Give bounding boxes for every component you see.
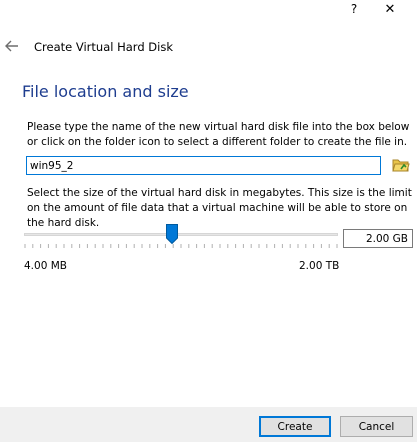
cancel-button[interactable]: Cancel bbox=[340, 416, 413, 437]
folder-icon-glyph bbox=[392, 159, 410, 172]
size-slider[interactable] bbox=[24, 224, 338, 254]
size-value-input[interactable] bbox=[343, 229, 413, 248]
back-arrow-icon[interactable] bbox=[4, 39, 20, 53]
create-button[interactable]: Create bbox=[259, 416, 331, 437]
wizard-title: Create Virtual Hard Disk bbox=[34, 40, 173, 54]
min-size-label: 4.00 MB bbox=[24, 260, 67, 272]
max-size-label: 2.00 TB bbox=[299, 260, 340, 272]
slider-ticks bbox=[24, 244, 338, 248]
slider-handle[interactable] bbox=[165, 224, 178, 244]
filename-input[interactable] bbox=[26, 156, 381, 175]
back-arrow-icon-glyph bbox=[5, 40, 18, 52]
section-heading: File location and size bbox=[22, 82, 189, 101]
slider-track bbox=[24, 233, 338, 236]
location-description: Please type the name of the new virtual … bbox=[27, 121, 410, 148]
close-button[interactable]: ✕ bbox=[381, 0, 399, 18]
folder-icon[interactable] bbox=[391, 155, 411, 175]
help-button[interactable]: ? bbox=[346, 0, 362, 18]
